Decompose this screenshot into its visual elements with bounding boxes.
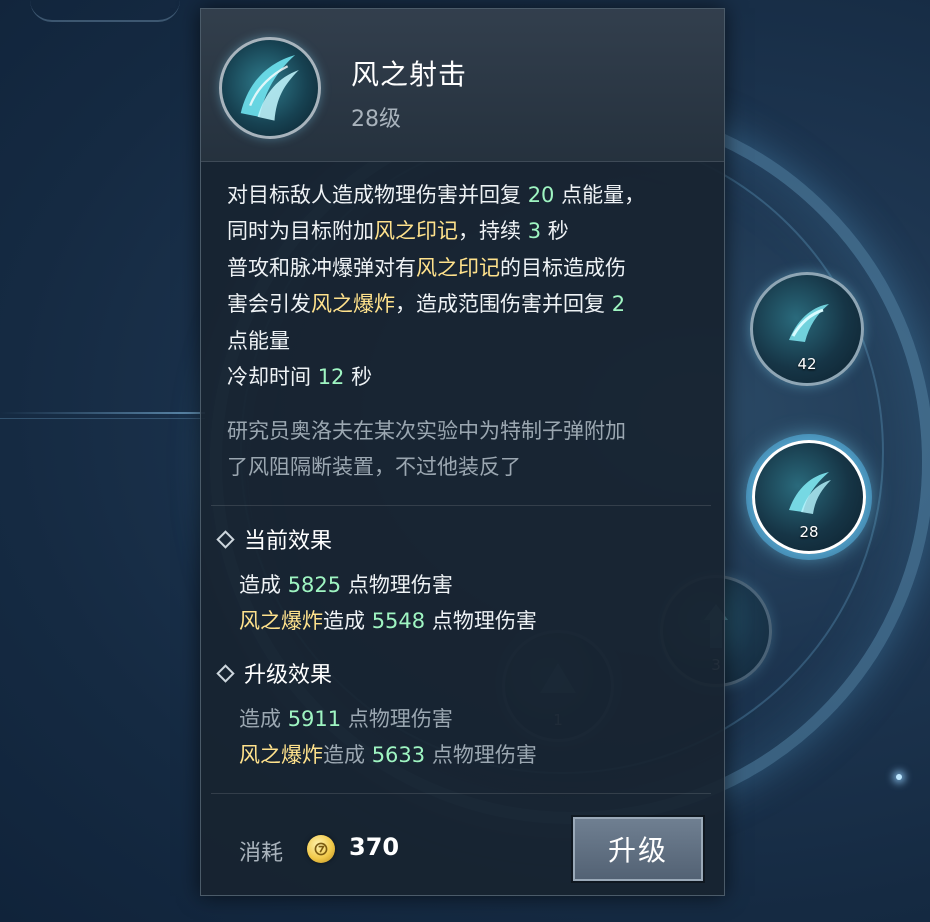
current-effect-row: 造成 5825 点物理伤害	[239, 573, 453, 597]
skill-level: 28级	[351, 107, 401, 132]
current-effect-row: 风之爆炸造成 5548 点物理伤害	[239, 609, 537, 633]
wind-shot-icon	[789, 471, 831, 514]
lore-line: 研究员奥洛夫在某次实验中为特制子弹附加	[227, 419, 626, 443]
diamond-bullet-icon	[216, 663, 235, 683]
wind-bolt-icon	[789, 303, 829, 342]
upgrade-effect-heading: 升级效果	[215, 657, 332, 689]
lore-line: 了风阻隔断装置，不过他装反了	[227, 455, 521, 479]
upgrade-effect-row: 风之爆炸造成 5633 点物理伤害	[239, 743, 537, 767]
background-line-thin	[0, 418, 205, 419]
description-line: 同时为目标附加风之印记，持续 3 秒	[227, 219, 569, 244]
gold-coin-icon	[307, 835, 335, 863]
skill-detail-panel: 风之射击 28级 对目标敌人造成物理伤害并回复 20 点能量， 同时为目标附加风…	[200, 8, 725, 896]
skill-title: 风之射击	[351, 58, 468, 91]
description-line: 对目标敌人造成物理伤害并回复 20 点能量，	[227, 183, 646, 207]
current-effect-heading: 当前效果	[215, 523, 332, 555]
cost-value: 370	[349, 833, 400, 861]
divider	[211, 505, 711, 506]
sparkle-icon	[896, 774, 902, 780]
background-line	[0, 412, 205, 414]
skill-icon	[219, 37, 321, 139]
background-decoration	[30, 0, 180, 22]
diamond-bullet-icon	[216, 529, 235, 549]
skill-node-level: 42	[797, 355, 817, 373]
divider	[211, 793, 711, 794]
skill-description: 对目标敌人造成物理伤害并回复 20 点能量， 同时为目标附加风之印记，持续 3 …	[227, 177, 707, 395]
skill-lore: 研究员奥洛夫在某次实验中为特制子弹附加 了风阻隔断装置，不过他装反了	[227, 413, 707, 485]
cost-label: 消耗	[239, 841, 284, 866]
upgrade-effect-row: 造成 5911 点物理伤害	[239, 707, 453, 731]
skill-node-wind-bolt[interactable]: 42	[750, 272, 864, 386]
description-line: 点能量	[227, 328, 290, 353]
description-line: 害会引发风之爆炸，造成范围伤害并回复 2	[227, 292, 626, 317]
upgrade-button[interactable]: 升级	[573, 817, 703, 881]
cooldown-line: 冷却时间 12 秒	[227, 365, 373, 390]
skill-node-wind-shot-selected[interactable]: 28	[752, 440, 866, 554]
description-line: 普攻和脉冲爆弹对有风之印记的目标造成伤	[227, 255, 626, 280]
wind-shot-icon	[240, 55, 299, 121]
skill-node-level: 28	[799, 523, 819, 541]
